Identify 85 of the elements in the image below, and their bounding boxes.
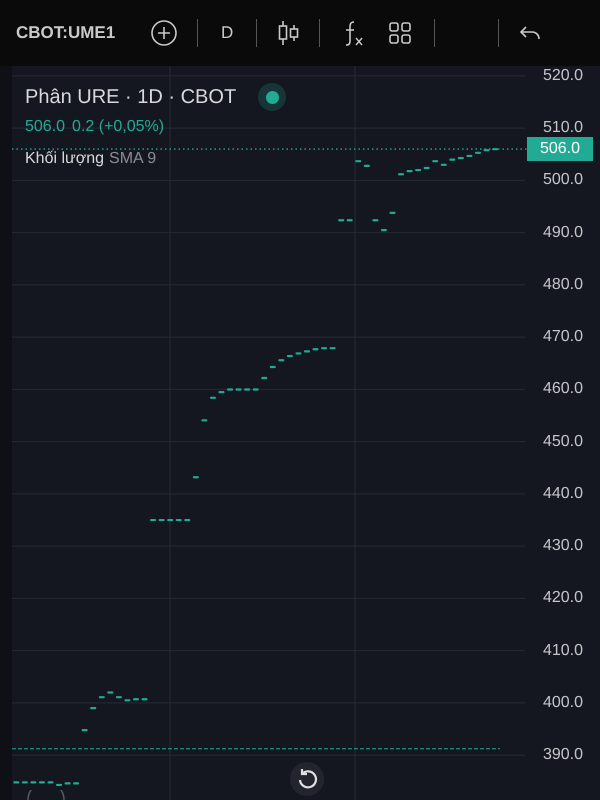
data-point [22,781,28,784]
data-point [449,158,456,161]
data-point [176,518,182,522]
data-point [286,354,293,358]
axis-label: 450.0 [542,432,583,452]
data-point [30,781,36,784]
axis-label: 480.0 [542,274,583,295]
data-point [158,518,165,522]
data-point [432,160,438,162]
data-point [278,359,284,362]
axis-label: 440.0 [542,484,583,504]
data-point [227,388,234,391]
axis-label: 460.0 [542,379,583,400]
data-point [270,366,276,368]
data-point [355,160,362,162]
data-point [218,391,224,394]
reset-icon[interactable] [290,762,324,796]
data-point [466,154,472,158]
data-point [338,219,344,222]
price-text: 506.0 [25,117,66,137]
data-point [484,149,490,152]
axis-label: 420.0 [542,588,583,608]
data-point [424,166,430,170]
data-point [236,388,242,391]
axis-label: 520.0 [542,66,583,86]
axis-label: 390.0 [542,745,583,766]
data-point [210,396,216,399]
data-point [261,376,268,380]
data-point [474,152,481,154]
data-point [56,784,62,786]
candlestick-icon[interactable] [277,19,302,47]
data-point [252,388,259,391]
axis-label: 430.0 [542,536,583,556]
data-point [380,229,387,232]
data-point [64,782,71,784]
data-point [312,348,319,350]
data-point [107,691,114,694]
data-point [132,698,139,700]
data-point [440,164,447,166]
data-point [330,347,336,350]
interval-button[interactable]: D [221,20,234,46]
data-point [73,782,80,784]
data-point [244,388,250,391]
data-point [201,419,208,422]
grid-icon[interactable] [388,21,412,45]
data-point [295,352,302,355]
data-point [13,781,20,784]
data-point [192,476,199,478]
chart-title: Phân URE · 1D · CBOT [25,85,236,110]
data-point [398,173,404,176]
data-point [346,219,353,222]
data-point [184,518,190,522]
data-point [98,696,105,698]
data-point [142,698,148,700]
add-icon[interactable] [150,19,178,47]
data-point [415,168,422,172]
data-point [492,148,498,150]
data-point [167,518,174,522]
indicator-params: SMA 9 [109,149,156,169]
axis-label: 490.0 [542,222,583,243]
data-point [90,707,96,710]
data-point [38,781,45,784]
axis-label: 410.0 [542,640,583,661]
data-point [458,156,464,160]
undo-icon[interactable] [519,24,542,42]
symbol-button[interactable]: CBOT:UME1 [16,20,140,46]
data-point [364,164,370,167]
axis-label: 500.0 [542,170,583,190]
data-point [150,518,156,522]
data-point [124,699,130,702]
data-point [116,696,122,698]
data-point [304,350,310,352]
circle-button-icon[interactable] [26,790,66,800]
price-badge: 506.0 [527,137,593,162]
axis-label: 510.0 [542,118,583,138]
change-text: 0.2 (+0,05%) [72,117,164,137]
data-point [389,212,396,214]
axis-label: 400.0 [542,692,583,713]
data-point [82,729,88,732]
data-point [372,219,378,222]
data-point [47,781,54,784]
indicator-label: Khối lượng [25,149,104,169]
data-point [321,347,328,350]
data-point [406,170,413,172]
axis-label: 470.0 [542,327,583,348]
